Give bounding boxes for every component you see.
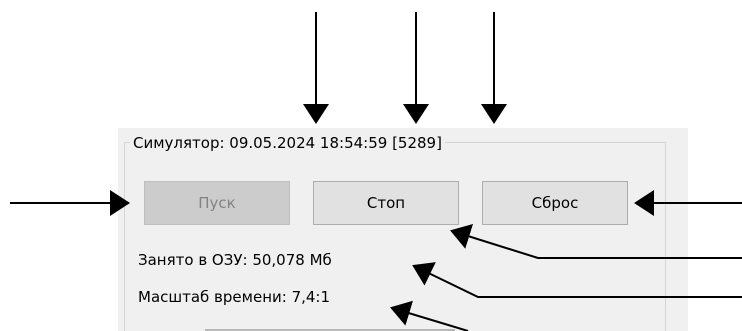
- arrow-to-stop-button: [450, 223, 742, 259]
- annotation-arrows: [10, 12, 742, 331]
- arrow-to-ram-usage: [412, 262, 742, 298]
- arrow-to-time-scale: [390, 300, 469, 331]
